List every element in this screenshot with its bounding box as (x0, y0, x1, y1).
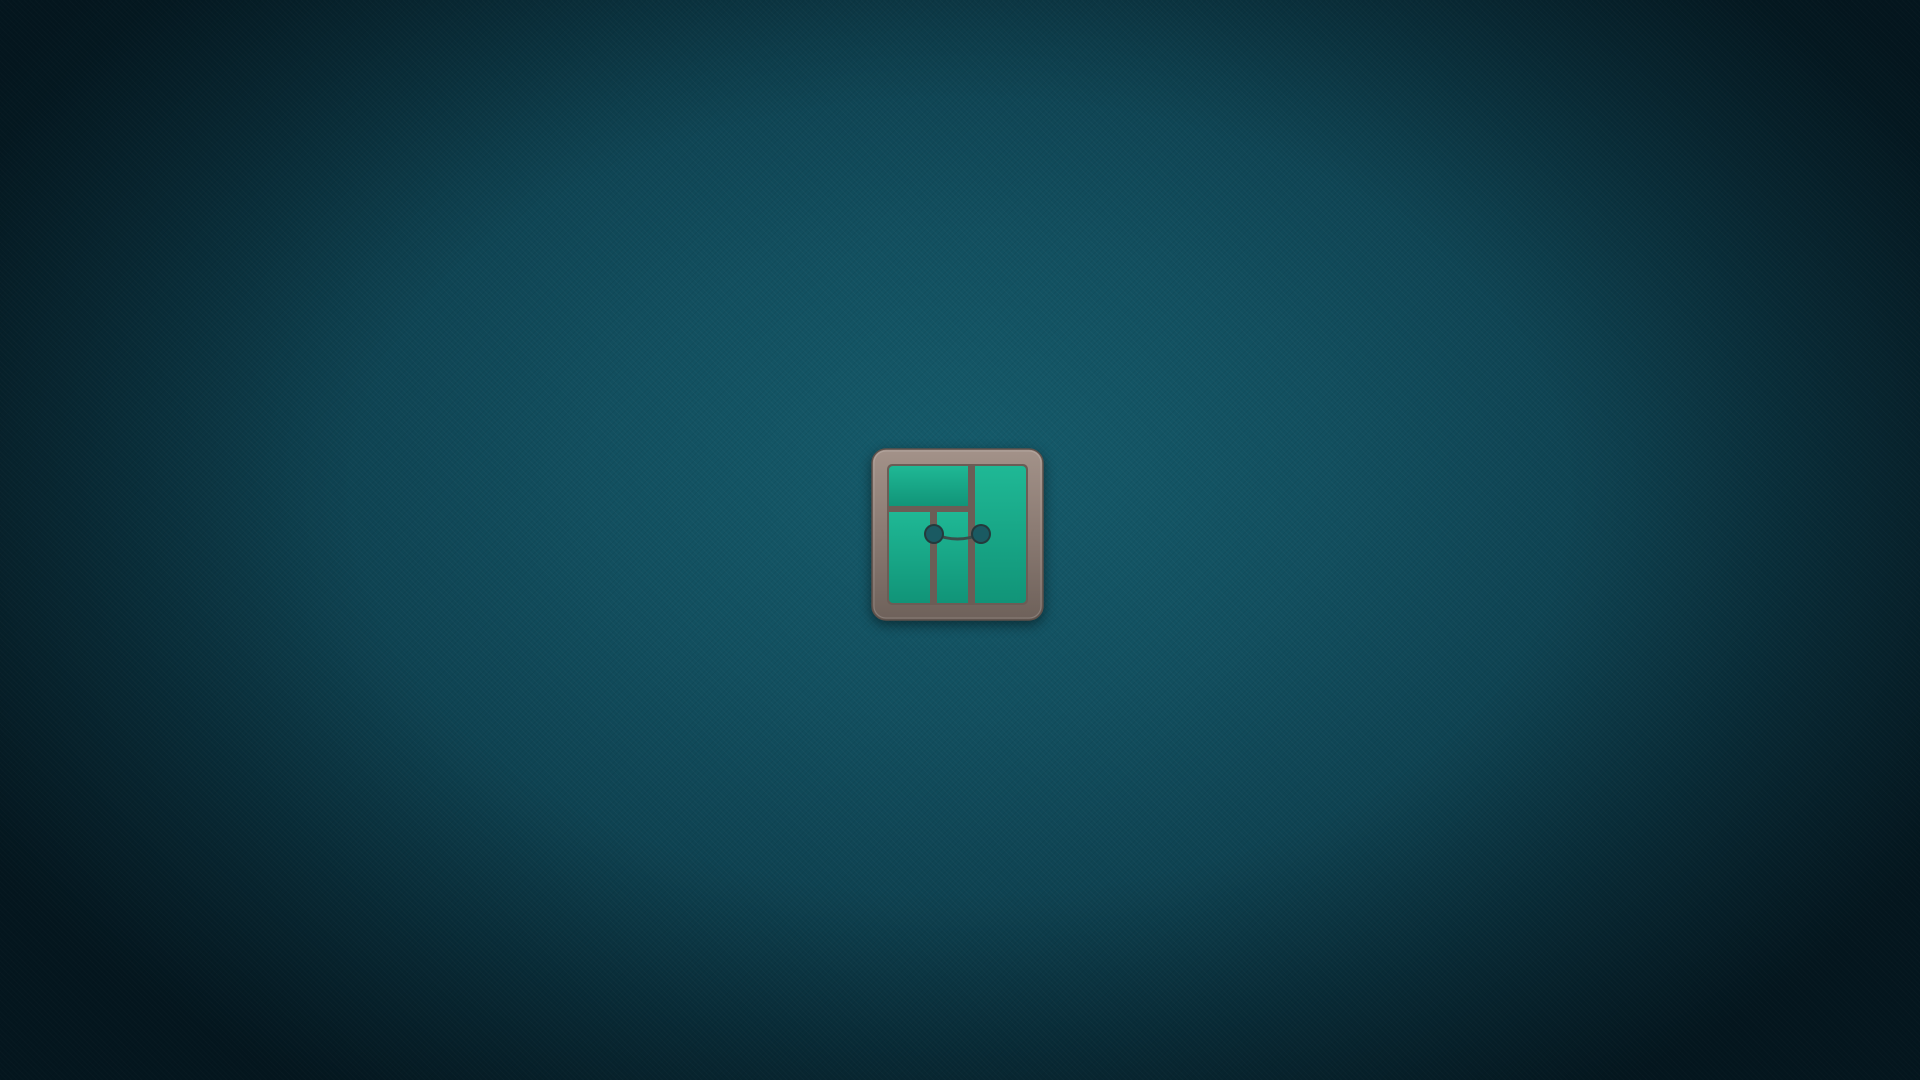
manjaro-logo-svg (871, 448, 1044, 621)
manjaro-logo-icon (871, 448, 1044, 621)
desktop-wallpaper (0, 0, 1920, 1080)
